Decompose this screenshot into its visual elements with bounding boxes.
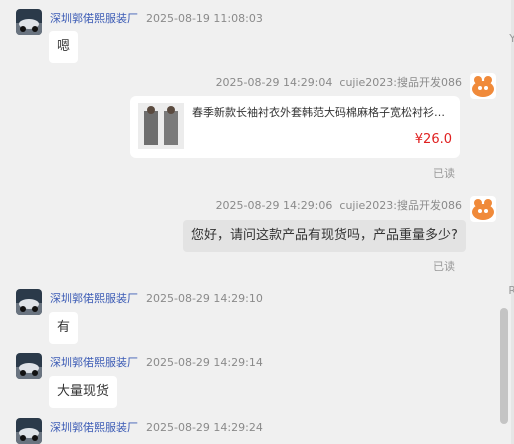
shop-name[interactable]: 深圳郭偌熙服装厂 — [50, 421, 138, 434]
cartoon-avatar-icon — [470, 196, 496, 222]
cartoon-avatar-icon — [470, 73, 496, 99]
product-image — [138, 103, 184, 149]
message-bubble[interactable]: 大量现货 — [49, 376, 118, 408]
self-avatar[interactable] — [470, 73, 496, 99]
shop-avatar[interactable] — [16, 289, 42, 315]
message-time: 2025-08-29 14:29:06 — [215, 199, 333, 212]
message-time: 2025-08-29 14:29:14 — [146, 356, 263, 369]
message-bubble[interactable]: 有 — [49, 312, 79, 344]
car-avatar-icon — [16, 9, 42, 35]
shop-name[interactable]: 深圳郭偌熙服装厂 — [50, 292, 138, 305]
product-thumbnail — [138, 103, 184, 149]
message-time: 2025-08-19 11:08:03 — [146, 12, 263, 25]
message-meta: 深圳郭偌熙服装厂 2025-08-19 11:08:03 — [50, 10, 263, 26]
shop-avatar[interactable] — [16, 353, 42, 379]
sender-name: cujie2023:搜品开发086 — [339, 76, 462, 89]
message-meta: 深圳郭偌熙服装厂 2025-08-29 14:29:10 — [50, 290, 263, 306]
car-avatar-icon — [16, 418, 42, 444]
product-card[interactable]: 春季新款长袖衬衣外套韩范大码棉麻格子宽松衬衫女... ¥26.0 — [130, 96, 460, 158]
message-meta: 2025-08-29 14:29:06 cujie2023:搜品开发086 — [216, 197, 462, 213]
sender-name: cujie2023:搜品开发086 — [339, 199, 462, 212]
message-time: 2025-08-29 14:29:04 — [215, 76, 333, 89]
message-time: 2025-08-29 14:29:10 — [146, 292, 263, 305]
message-meta: 2025-08-29 14:29:04 cujie2023:搜品开发086 — [216, 74, 462, 90]
shop-name[interactable]: 深圳郭偌熙服装厂 — [50, 12, 138, 25]
product-title[interactable]: 春季新款长袖衬衣外套韩范大码棉麻格子宽松衬衫女... — [192, 104, 454, 120]
shop-avatar[interactable] — [16, 418, 42, 444]
shop-avatar[interactable] — [16, 9, 42, 35]
self-avatar[interactable] — [470, 196, 496, 222]
scrollbar-thumb[interactable] — [500, 308, 508, 424]
message-meta: 深圳郭偌熙服装厂 2025-08-29 14:29:24 — [50, 419, 263, 435]
message-bubble[interactable]: 您好，请问这款产品有现货吗，产品重量多少? — [183, 220, 466, 252]
message-meta: 深圳郭偌熙服装厂 2025-08-29 14:29:14 — [50, 354, 263, 370]
read-status: 已读 — [433, 167, 455, 180]
edge-mark: R — [508, 284, 514, 297]
shop-name[interactable]: 深圳郭偌熙服装厂 — [50, 356, 138, 369]
product-price: ¥26.0 — [414, 132, 452, 147]
message-bubble[interactable]: 嗯 — [49, 31, 79, 63]
read-status: 已读 — [433, 260, 455, 273]
car-avatar-icon — [16, 289, 42, 315]
message-time: 2025-08-29 14:29:24 — [146, 421, 263, 434]
edge-mark: Y — [509, 32, 514, 45]
car-avatar-icon — [16, 353, 42, 379]
